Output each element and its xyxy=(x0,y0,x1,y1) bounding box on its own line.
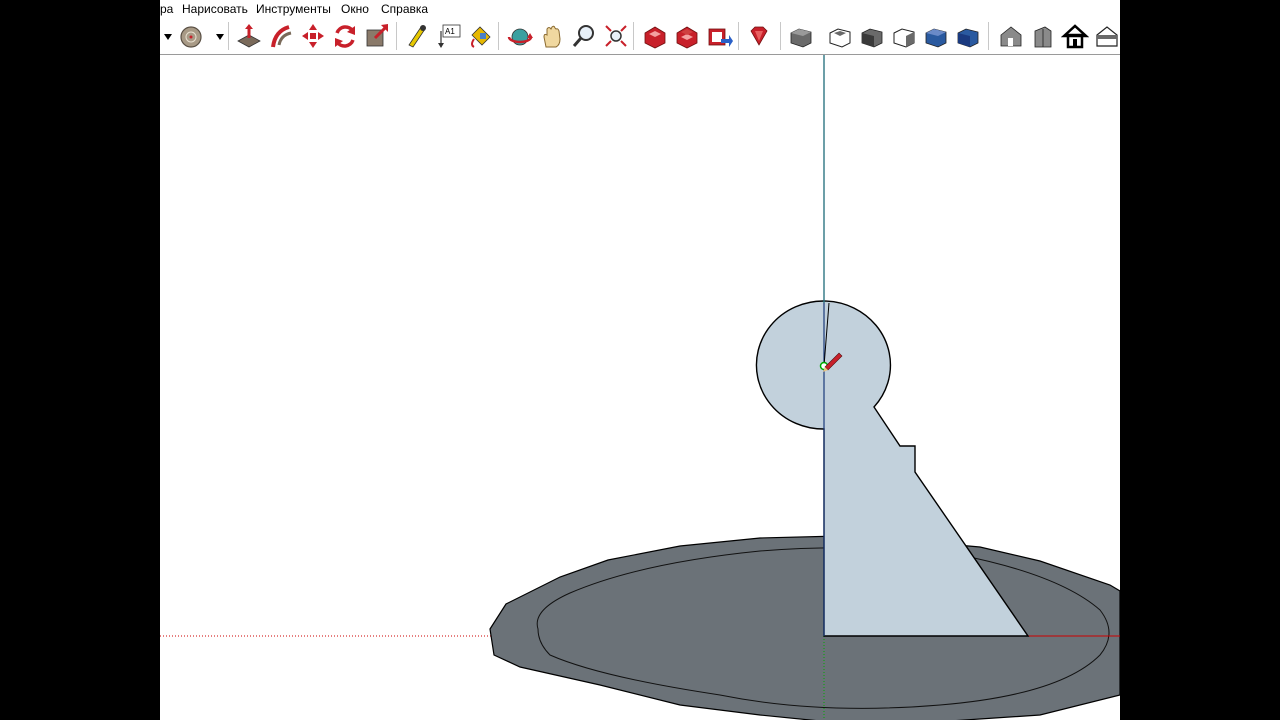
follow-me-icon[interactable] xyxy=(267,21,295,51)
orbit-icon[interactable] xyxy=(506,21,534,51)
iso-view-icon[interactable] xyxy=(787,21,815,51)
right-view-icon[interactable] xyxy=(890,21,918,51)
rotate-icon[interactable] xyxy=(331,21,359,51)
tape-measure-icon[interactable] xyxy=(403,21,431,51)
3d-warehouse-icon[interactable] xyxy=(641,21,669,51)
house-section-icon[interactable] xyxy=(1093,21,1120,51)
main-toolbar: A1 xyxy=(160,18,1120,55)
toolbar-separator xyxy=(780,22,781,50)
scene-canvas[interactable] xyxy=(160,55,1120,720)
scale-icon[interactable] xyxy=(363,21,391,51)
toolbar-separator xyxy=(633,22,634,50)
house-side-icon[interactable] xyxy=(1029,21,1057,51)
dropdown-arrow-icon[interactable] xyxy=(206,21,224,51)
ruby-console-icon[interactable] xyxy=(745,21,773,51)
zoom-extents-icon[interactable] xyxy=(602,21,630,51)
toolbar-separator xyxy=(396,22,397,50)
text-icon-label: A1 xyxy=(445,27,455,36)
share-model-icon[interactable] xyxy=(705,21,733,51)
text-icon[interactable]: A1 xyxy=(435,21,463,51)
push-pull-icon[interactable] xyxy=(235,21,263,51)
model-viewport[interactable] xyxy=(160,55,1120,720)
menu-item-help[interactable]: Справка xyxy=(381,2,428,16)
menu-item-draw[interactable]: Нарисовать xyxy=(182,2,248,16)
menu-item-window[interactable]: Окно xyxy=(341,2,369,16)
back-view-icon[interactable] xyxy=(922,21,950,51)
menu-bar: ра Нарисовать Инструменты Окно Справка xyxy=(160,0,1120,18)
paint-bucket-icon[interactable] xyxy=(466,21,494,51)
left-view-icon[interactable] xyxy=(954,21,982,51)
toolbar-separator xyxy=(988,22,989,50)
toolbar-separator xyxy=(498,22,499,50)
sketchup-window: ра Нарисовать Инструменты Окно Справка A… xyxy=(160,0,1120,720)
ground-disc-face xyxy=(489,535,1120,720)
toolbar-separator xyxy=(738,22,739,50)
pan-icon[interactable] xyxy=(538,21,566,51)
dropdown-arrow-icon[interactable] xyxy=(160,21,172,51)
toolbar-separator xyxy=(228,22,229,50)
menu-item-tools[interactable]: Инструменты xyxy=(256,2,331,16)
zoom-icon[interactable] xyxy=(570,21,598,51)
home-icon[interactable] xyxy=(1061,21,1089,51)
get-models-icon[interactable] xyxy=(673,21,701,51)
menu-item-partial[interactable]: ра xyxy=(160,2,173,16)
circle-icon[interactable] xyxy=(177,21,205,51)
move-icon[interactable] xyxy=(299,21,327,51)
house-iso-icon[interactable] xyxy=(997,21,1025,51)
top-view-icon[interactable] xyxy=(826,21,854,51)
front-view-icon[interactable] xyxy=(858,21,886,51)
